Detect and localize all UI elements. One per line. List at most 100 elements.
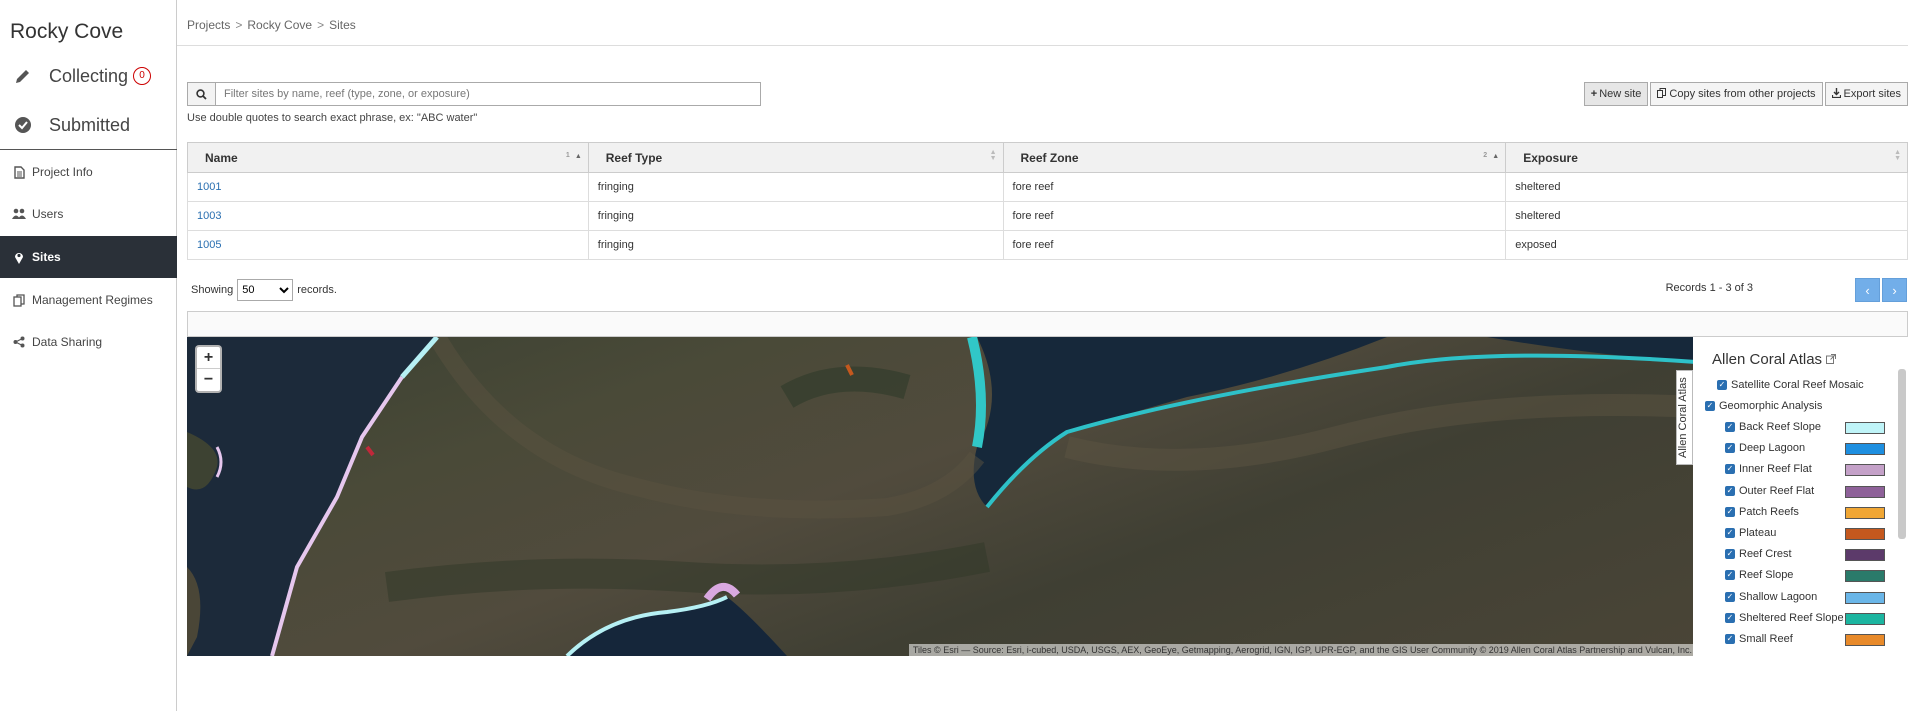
records-label: records. [297, 284, 337, 296]
column-header-exposure[interactable]: Exposure ▲ ▼ [1505, 142, 1908, 173]
checkbox-checked-icon[interactable]: ✓ [1725, 570, 1735, 581]
checkbox-checked-icon[interactable]: ✓ [1725, 549, 1735, 560]
table-row: 1001 fringing fore reef sheltered [187, 172, 1908, 202]
sidebar-item-label: Collecting [49, 65, 129, 86]
legend-title[interactable]: Allen Coral Atlas [1712, 351, 1837, 368]
site-name-link[interactable]: 1003 [187, 201, 589, 231]
legend-class-label: Inner Reef Flat [1739, 463, 1812, 476]
sort-both-icon: ▲ ▼ [989, 149, 997, 162]
checkbox-checked-icon[interactable]: ✓ [1725, 634, 1735, 644]
legend-class-item[interactable]: ✓ Patch Reefs [1725, 506, 1799, 518]
plus-icon: + [1590, 88, 1598, 100]
users-icon [12, 207, 26, 221]
exposure-cell: sheltered [1505, 172, 1908, 202]
checkbox-checked-icon[interactable]: ✓ [1725, 591, 1735, 602]
header-divider [177, 45, 1908, 46]
share-icon [12, 335, 26, 349]
prev-page-button[interactable]: ‹ [1855, 278, 1880, 302]
site-name-link[interactable]: 1005 [187, 230, 589, 260]
reef-type-cell: fringing [587, 172, 1004, 202]
column-header-reef-type[interactable]: Reef Type ▲ ▼ [587, 142, 1004, 173]
legend-color-swatch [1845, 528, 1885, 540]
sites-map[interactable]: + − Tiles © Esri — Source: Esri, i-cubed… [187, 337, 1696, 656]
map-header-strip [187, 311, 1908, 337]
breadcrumb-project[interactable]: Rocky Cove [247, 18, 312, 32]
legend-class-item[interactable]: ✓ Back Reef Slope [1725, 421, 1821, 433]
checkbox-checked-icon[interactable]: ✓ [1725, 485, 1735, 496]
layer-toggle-geomorphic[interactable]: ✓ Geomorphic Analysis [1705, 400, 1822, 412]
sidebar-item-collecting[interactable]: Collecting 0 [0, 51, 177, 101]
sort-both-icon: ▲ ▼ [1894, 149, 1901, 162]
sidebar-item-submitted[interactable]: Submitted [0, 100, 177, 150]
checkbox-checked-icon[interactable]: ✓ [1717, 380, 1727, 390]
column-header-label: Name [205, 150, 238, 165]
search-input[interactable] [216, 82, 761, 106]
sidebar-item-sites[interactable]: Sites [0, 236, 177, 278]
breadcrumb-current: Sites [329, 18, 356, 32]
checkbox-checked-icon[interactable]: ✓ [1725, 443, 1735, 454]
legend-class-label: Sheltered Reef Slope [1739, 611, 1844, 624]
sidebar-item-management-regimes[interactable]: Management Regimes [0, 279, 177, 321]
legend-class-item[interactable]: ✓ Small Reef [1725, 633, 1793, 645]
sidebar-item-project-info[interactable]: Project Info [0, 151, 177, 193]
next-page-button[interactable]: › [1882, 278, 1907, 302]
zoom-out-button[interactable]: − [197, 369, 220, 391]
legend-class-item[interactable]: ✓ Shallow Lagoon [1725, 591, 1817, 603]
sort-asc-icon: ▲ [574, 153, 582, 160]
column-header-name[interactable]: Name 1 ▲ [187, 142, 589, 173]
search-icon[interactable] [187, 82, 216, 106]
new-site-label: New site [1599, 88, 1642, 100]
showing-label: Showing [191, 284, 234, 296]
zoom-control: + − [195, 345, 222, 393]
layer-label: Satellite Coral Reef Mosaic [1731, 379, 1864, 391]
legend-class-item[interactable]: ✓ Plateau [1725, 527, 1776, 539]
checkbox-checked-icon[interactable]: ✓ [1725, 612, 1735, 623]
search-hint: Use double quotes to search exact phrase… [187, 112, 478, 124]
satellite-imagery [187, 337, 1696, 656]
sidebar-divider [0, 149, 177, 150]
copy-sites-button[interactable]: Copy sites from other projects [1650, 82, 1823, 106]
legend-class-item[interactable]: ✓ Inner Reef Flat [1725, 463, 1812, 475]
legend-class-item[interactable]: ✓ Deep Lagoon [1725, 442, 1805, 454]
chevron-left-icon: ‹ [1865, 282, 1870, 298]
project-title: Rocky Cove [10, 20, 124, 43]
checkbox-checked-icon[interactable]: ✓ [1725, 422, 1735, 432]
sort-asc-icon: ▲ [1492, 153, 1500, 160]
exposure-cell: exposed [1505, 230, 1908, 260]
copy-sites-label: Copy sites from other projects [1669, 88, 1816, 100]
breadcrumb-projects[interactable]: Projects [187, 18, 230, 32]
file-icon [12, 165, 26, 179]
legend-class-label: Back Reef Slope [1739, 421, 1821, 433]
site-name-link[interactable]: 1001 [187, 172, 589, 202]
new-site-button[interactable]: + New site [1583, 82, 1649, 106]
checkbox-checked-icon[interactable]: ✓ [1725, 506, 1735, 517]
legend-color-swatch [1845, 634, 1885, 646]
legend-color-swatch [1845, 443, 1885, 456]
reef-zone-cell: fore reef [1002, 230, 1507, 260]
legend-class-item[interactable]: ✓ Outer Reef Flat [1725, 485, 1814, 497]
legend-tab[interactable]: Allen Coral Atlas [1676, 370, 1693, 465]
external-link-icon [1826, 354, 1837, 367]
legend-color-swatch [1845, 422, 1885, 434]
checkbox-checked-icon[interactable]: ✓ [1725, 464, 1735, 475]
legend-class-item[interactable]: ✓ Reef Slope [1725, 569, 1793, 581]
zoom-in-button[interactable]: + [197, 347, 220, 369]
legend-class-item[interactable]: ✓ Reef Crest [1725, 548, 1792, 560]
legend-scrollbar[interactable] [1898, 369, 1906, 539]
column-header-label: Exposure [1523, 150, 1578, 165]
column-header-reef-zone[interactable]: Reef Zone 2 ▲ [1002, 142, 1507, 173]
sidebar-item-label: Sites [32, 250, 61, 264]
sidebar-item-data-sharing[interactable]: Data Sharing [0, 321, 177, 363]
layer-toggle-mosaic[interactable]: ✓ Satellite Coral Reef Mosaic [1717, 379, 1864, 391]
page-size-select[interactable]: 50 [237, 279, 294, 301]
legend-color-swatch [1845, 506, 1885, 519]
pencil-icon [12, 65, 34, 87]
legend-color-swatch [1845, 485, 1885, 498]
sort-order: 2 [1483, 152, 1488, 159]
sidebar-item-users[interactable]: Users [0, 193, 177, 235]
export-sites-button[interactable]: Export sites [1824, 82, 1908, 106]
checkbox-checked-icon[interactable]: ✓ [1725, 528, 1735, 538]
checkbox-checked-icon[interactable]: ✓ [1705, 401, 1715, 411]
reef-type-cell: fringing [587, 201, 1004, 231]
legend-class-item[interactable]: ✓ Sheltered Reef Slope [1725, 612, 1844, 624]
